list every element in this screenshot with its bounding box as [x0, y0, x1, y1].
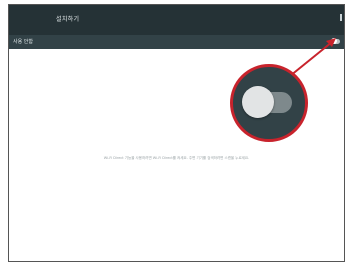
device-screen: 설치하기 사용 안함 Wi-Fi Direct 기능을 사용하려면 Wi-Fi … [8, 4, 345, 262]
toolbar-title: 사용 안함 [13, 39, 33, 45]
empty-state-message: Wi-Fi Direct 기능을 사용하려면 Wi-Fi Direct를 켜세요… [103, 156, 250, 160]
zoom-callout-circle [230, 64, 308, 142]
status-bar-title: 설치하기 [56, 16, 80, 23]
master-toggle-switch[interactable] [331, 38, 340, 44]
zoomed-toggle-switch[interactable] [242, 86, 292, 118]
zoomed-toggle-knob [242, 86, 274, 118]
settings-toolbar: 사용 안함 [9, 35, 344, 49]
status-bar: 설치하기 [9, 5, 344, 35]
toggle-knob [331, 38, 337, 44]
overflow-menu-icon[interactable] [340, 14, 342, 21]
